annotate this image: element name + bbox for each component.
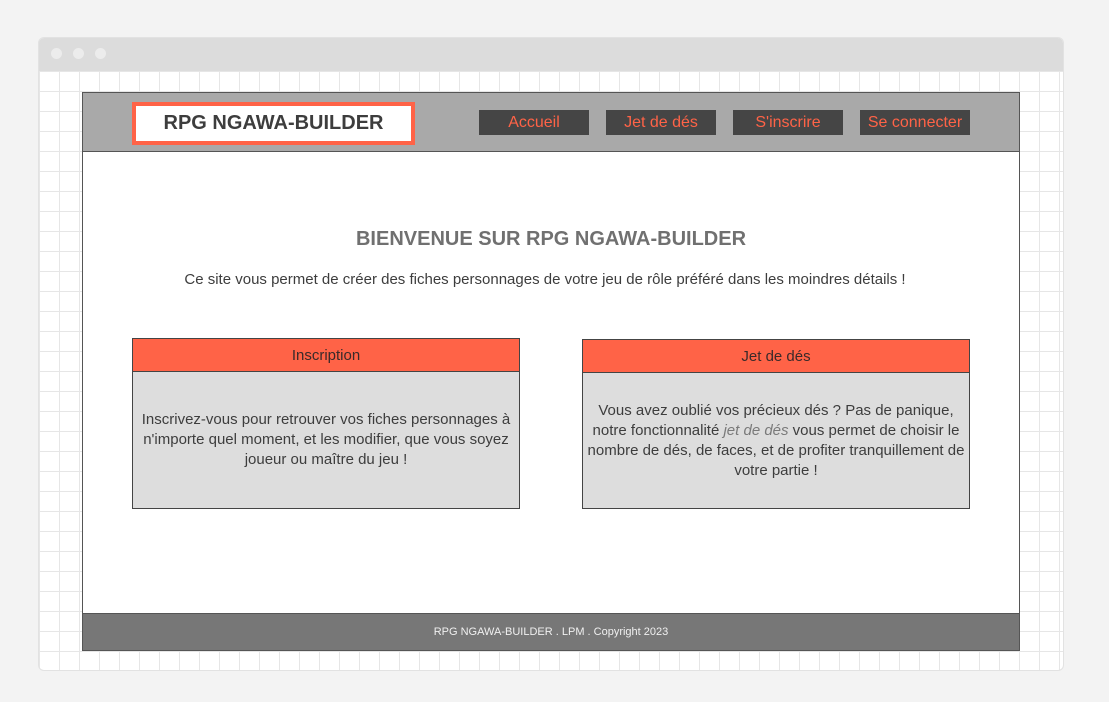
inscription-card-text: Inscrivez-vous pour retrouver vos fiches… [141,411,511,468]
window-close-dot-icon[interactable] [51,48,62,59]
inscription-card-title: Inscription [133,339,519,372]
window-minimize-dot-icon[interactable] [73,48,84,59]
jet-de-des-card-title: Jet de dés [583,340,969,373]
inscription-card[interactable]: Inscription Inscrivez-vous pour retrouve… [132,338,520,509]
site-header: RPG NGAWA-BUILDER Accueil Jet de dés S'i… [83,93,1019,152]
browser-window: RPG NGAWA-BUILDER Accueil Jet de dés S'i… [38,37,1064,671]
nav-sinscrire-button[interactable]: S'inscrire [733,110,843,135]
site-footer: RPG NGAWA-BUILDER . LPM . Copyright 2023 [83,613,1019,650]
welcome-title: BIENVENUE SUR RPG NGAWA-BUILDER [355,228,747,250]
window-maximize-dot-icon[interactable] [95,48,106,59]
jet-de-des-card[interactable]: Jet de dés Vous avez oublié vos précieux… [582,339,970,509]
nav-jet-de-des-button[interactable]: Jet de dés [606,110,716,135]
jet-de-des-text-emphasis: jet de dés [723,421,789,439]
nav-se-connecter-button[interactable]: Se connecter [860,110,970,135]
jet-de-des-card-text: Vous avez oublié vos précieux dés ? Pas … [583,373,969,508]
nav-accueil-button[interactable]: Accueil [479,110,589,135]
web-page: RPG NGAWA-BUILDER Accueil Jet de dés S'i… [82,92,1020,651]
welcome-subtitle: Ce site vous permet de créer des fiches … [184,271,906,288]
site-logo[interactable]: RPG NGAWA-BUILDER [132,102,415,145]
window-titlebar [39,38,1063,71]
